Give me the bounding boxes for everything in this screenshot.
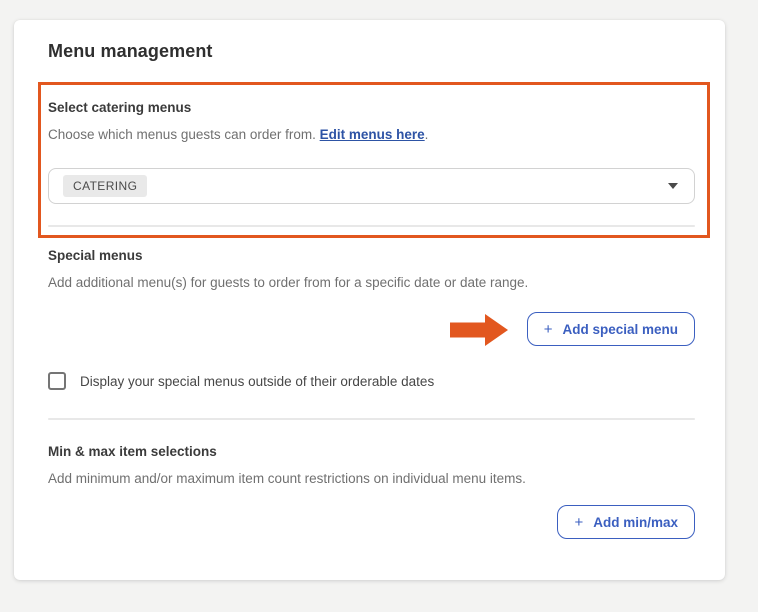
- add-special-menu-button[interactable]: + Add special menu: [527, 312, 695, 346]
- add-min-max-label: Add min/max: [593, 515, 678, 530]
- special-menus-heading: Special menus: [48, 248, 695, 264]
- plus-icon: +: [574, 514, 583, 531]
- edit-menus-link[interactable]: Edit menus here: [320, 127, 425, 142]
- chevron-down-icon: [668, 183, 678, 189]
- divider: [48, 418, 695, 420]
- special-menus-button-row: + Add special menu: [48, 312, 695, 346]
- select-catering-heading: Select catering menus: [48, 100, 695, 116]
- special-menus-section: Special menus Add additional menu(s) for…: [48, 248, 695, 420]
- selected-menu-chip: CATERING: [63, 175, 147, 197]
- catering-menus-select[interactable]: CATERING: [48, 168, 695, 204]
- min-max-description: Add minimum and/or maximum item count re…: [48, 470, 695, 487]
- card-content: Menu management Select catering menus Ch…: [14, 20, 725, 580]
- add-special-menu-label: Add special menu: [562, 322, 678, 337]
- add-min-max-button[interactable]: + Add min/max: [557, 505, 695, 539]
- special-menus-description: Add additional menu(s) for guests to ord…: [48, 274, 695, 291]
- description-text: Choose which menus guests can order from…: [48, 127, 320, 142]
- select-catering-description: Choose which menus guests can order from…: [48, 126, 695, 143]
- description-text-suffix: .: [425, 127, 429, 142]
- min-max-section: Min & max item selections Add minimum an…: [48, 444, 695, 539]
- menu-management-card: Menu management Select catering menus Ch…: [14, 20, 725, 580]
- select-catering-section: Select catering menus Choose which menus…: [48, 100, 695, 227]
- special-menus-visibility-row[interactable]: Display your special menus outside of th…: [48, 372, 695, 390]
- display-special-menus-checkbox-label[interactable]: Display your special menus outside of th…: [80, 374, 434, 389]
- page-title: Menu management: [48, 40, 695, 62]
- plus-icon: +: [544, 321, 553, 338]
- divider: [48, 225, 695, 227]
- min-max-button-row: + Add min/max: [48, 505, 695, 539]
- min-max-heading: Min & max item selections: [48, 444, 695, 460]
- display-special-menus-checkbox[interactable]: [48, 372, 66, 390]
